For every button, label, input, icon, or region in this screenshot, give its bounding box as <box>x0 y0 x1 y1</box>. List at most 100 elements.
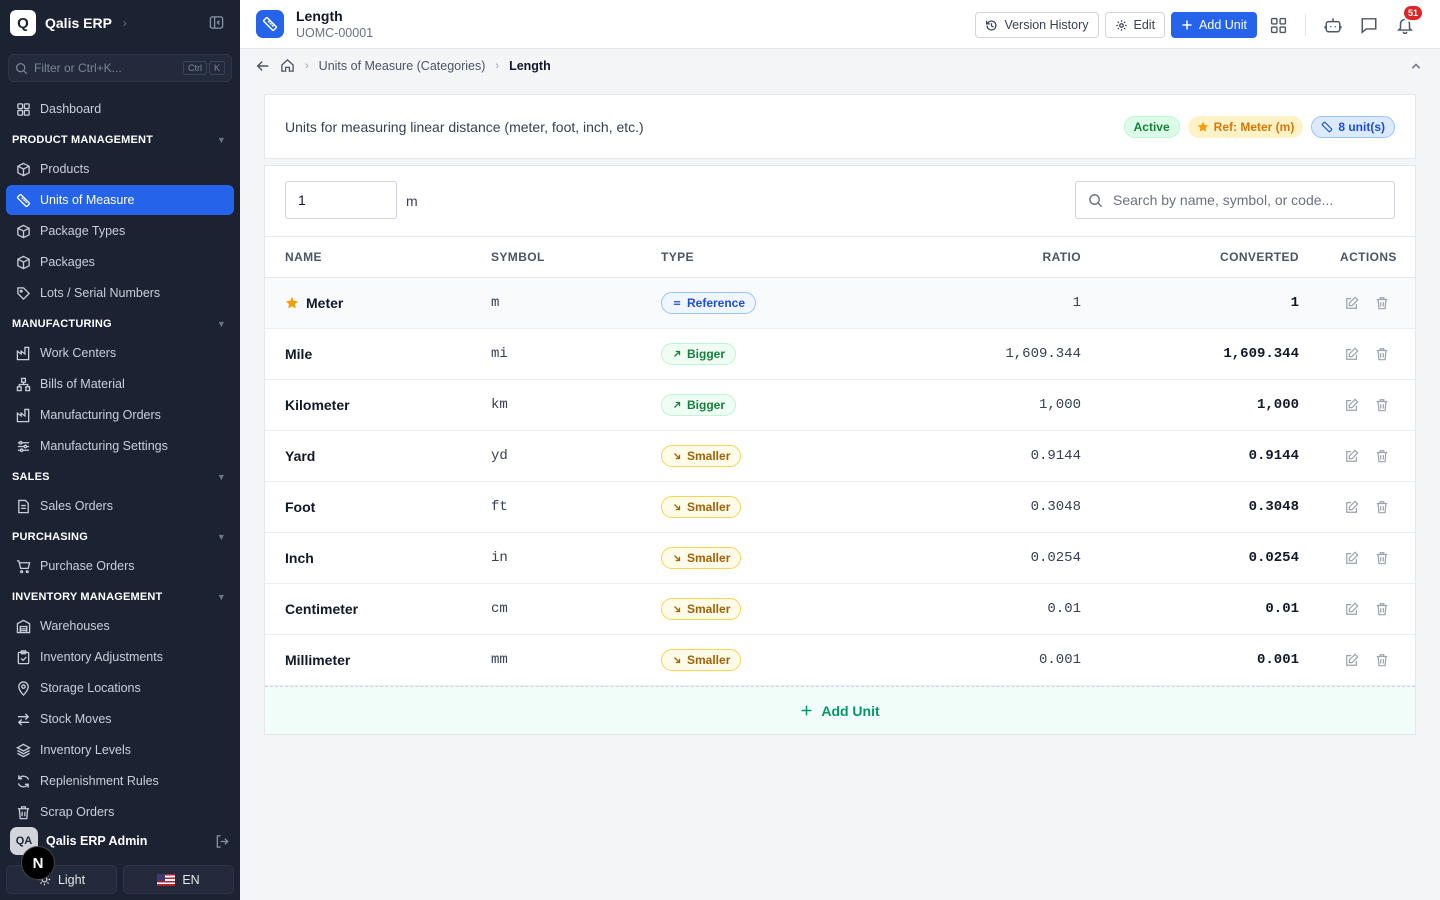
status-badge: Active <box>1123 116 1180 138</box>
cart-icon <box>16 559 31 574</box>
delete-icon[interactable] <box>1375 551 1389 565</box>
column-symbol[interactable]: SYMBOL <box>491 237 545 277</box>
logout-icon[interactable] <box>215 834 230 849</box>
edit-icon[interactable] <box>1345 500 1359 514</box>
apps-grid-button[interactable] <box>1263 10 1293 40</box>
back-arrow-icon[interactable] <box>256 59 270 73</box>
sidebar-item-scrap-orders[interactable]: Scrap Orders <box>6 797 234 827</box>
column-ratio[interactable]: RATIO <box>1043 237 1081 277</box>
sidebar-item-manufacturing-settings[interactable]: Manufacturing Settings <box>6 431 234 461</box>
edit-icon[interactable] <box>1345 653 1359 667</box>
sidebar-item-manufacturing-orders[interactable]: Manufacturing Orders <box>6 400 234 430</box>
sliders-icon <box>16 439 31 454</box>
section-product-management[interactable]: PRODUCT MANAGEMENT ▼ <box>6 126 234 154</box>
sidebar-item-label: Manufacturing Settings <box>40 439 168 453</box>
table-row[interactable]: Yard yd Smaller 0.9144 0.9144 <box>265 431 1415 482</box>
edit-icon[interactable] <box>1345 296 1359 310</box>
messages-button[interactable] <box>1354 10 1384 40</box>
quantity-input[interactable] <box>285 181 397 219</box>
unit-search[interactable] <box>1075 181 1395 219</box>
sidebar-item-sales-orders[interactable]: Sales Orders <box>6 491 234 521</box>
sidebar-item-replenishment-rules[interactable]: Replenishment Rules <box>6 766 234 796</box>
section-purchasing[interactable]: PURCHASING ▼ <box>6 523 234 551</box>
sidebar-item-units-of-measure[interactable]: Units of Measure <box>6 185 234 215</box>
table-row[interactable]: Centimeter cm Smaller 0.01 0.01 <box>265 584 1415 635</box>
edit-button[interactable]: Edit <box>1104 12 1166 38</box>
sidebar-item-purchase-orders[interactable]: Purchase Orders <box>6 551 234 581</box>
delete-icon[interactable] <box>1375 296 1389 310</box>
robot-icon <box>1324 16 1342 34</box>
sidebar-item-inventory-levels[interactable]: Inventory Levels <box>6 735 234 765</box>
language-button[interactable]: EN <box>123 865 234 894</box>
sidebar-item-work-centers[interactable]: Work Centers <box>6 338 234 368</box>
sidebar-filter-input[interactable] <box>34 61 174 75</box>
add-unit-row-button[interactable]: Add Unit <box>265 686 1415 734</box>
clipboard-icon <box>16 649 31 665</box>
table-row[interactable]: Millimeter mm Smaller 0.001 0.001 <box>265 635 1415 686</box>
unit-name-cell: Centimeter <box>285 584 358 634</box>
edit-icon[interactable] <box>1345 602 1359 616</box>
sidebar-item-label: Lots / Serial Numbers <box>40 286 161 300</box>
column-type[interactable]: TYPE <box>661 237 694 277</box>
notifications-button[interactable]: 51 <box>1390 4 1424 40</box>
unit-name: Kilometer <box>285 397 350 413</box>
sidebar-item-packages[interactable]: Packages <box>6 247 234 277</box>
table-row[interactable]: Kilometer km Bigger 1,000 1,000 <box>265 380 1415 431</box>
table-row[interactable]: Mile mi Bigger 1,609.344 1,609.344 <box>265 329 1415 380</box>
delete-icon[interactable] <box>1375 602 1389 616</box>
home-icon[interactable] <box>280 58 295 73</box>
delete-icon[interactable] <box>1375 347 1389 361</box>
unit-type-cell: Smaller <box>661 431 742 481</box>
sidebar-item-dashboard[interactable]: Dashboard <box>6 94 234 124</box>
unit-name: Millimeter <box>285 652 351 668</box>
refresh-icon <box>16 774 31 789</box>
sidebar-item-stock-moves[interactable]: Stock Moves <box>6 704 234 734</box>
unit-ratio: 1,609.344 <box>1005 346 1081 362</box>
delete-icon[interactable] <box>1375 500 1389 514</box>
delete-icon[interactable] <box>1375 653 1389 667</box>
delete-icon[interactable] <box>1375 449 1389 463</box>
arrow-down-right-icon <box>672 604 682 614</box>
edit-icon[interactable] <box>1345 551 1359 565</box>
column-converted[interactable]: CONVERTED <box>1220 237 1299 277</box>
table-row[interactable]: Inch in Smaller 0.0254 0.0254 <box>265 533 1415 584</box>
edit-icon[interactable] <box>1345 449 1359 463</box>
breadcrumb-parent[interactable]: Units of Measure (Categories) <box>319 59 486 73</box>
row-actions <box>1345 431 1389 481</box>
section-inventory-management[interactable]: INVENTORY MANAGEMENT ▼ <box>6 583 234 611</box>
sidebar-item-storage-locations[interactable]: Storage Locations <box>6 673 234 703</box>
sidebar-item-inventory-adjustments[interactable]: Inventory Adjustments <box>6 642 234 672</box>
section-sales[interactable]: SALES ▼ <box>6 463 234 491</box>
record-code: UOMC-00001 <box>296 26 374 40</box>
unit-ratio: 0.3048 <box>1030 499 1081 515</box>
sidebar-collapse-icon[interactable] <box>209 15 224 30</box>
section-manufacturing[interactable]: MANUFACTURING ▼ <box>6 310 234 338</box>
sidebar-item-label: Inventory Adjustments <box>40 650 163 664</box>
search-input[interactable] <box>1113 192 1373 208</box>
unit-type-label: Bigger <box>687 398 726 412</box>
sidebar-filter[interactable]: Ctrl K <box>8 54 232 82</box>
sidebar-item-products[interactable]: Products <box>6 154 234 184</box>
brand[interactable]: Q Qalis ERP › <box>10 10 127 36</box>
unit-type-cell: Smaller <box>661 635 742 685</box>
chevron-up-icon[interactable] <box>1410 60 1422 72</box>
arrow-up-right-icon <box>672 349 682 359</box>
unit-converted: 0.0254 <box>1248 550 1299 566</box>
version-history-button[interactable]: Version History <box>975 12 1099 38</box>
sidebar-item-package-types[interactable]: Package Types <box>6 216 234 246</box>
unit-symbol: km <box>491 397 508 413</box>
column-name[interactable]: NAME <box>285 237 322 277</box>
sidebar-item-warehouses[interactable]: Warehouses <box>6 611 234 641</box>
sidebar-item-label: Inventory Levels <box>40 743 132 757</box>
sidebar-item-lots-serial-numbers[interactable]: Lots / Serial Numbers <box>6 278 234 308</box>
edit-icon[interactable] <box>1345 347 1359 361</box>
add-unit-button[interactable]: Add Unit <box>1171 12 1257 38</box>
table-row[interactable]: Foot ft Smaller 0.3048 0.3048 <box>265 482 1415 533</box>
chevron-down-icon: ▼ <box>216 135 226 145</box>
assistant-button[interactable] <box>1318 10 1348 40</box>
table-row[interactable]: Meter m Reference 1 1 <box>265 278 1415 329</box>
delete-icon[interactable] <box>1375 398 1389 412</box>
edit-icon[interactable] <box>1345 398 1359 412</box>
dev-tools-badge[interactable]: N <box>21 846 55 880</box>
sidebar-item-bills-of-material[interactable]: Bills of Material <box>6 369 234 399</box>
